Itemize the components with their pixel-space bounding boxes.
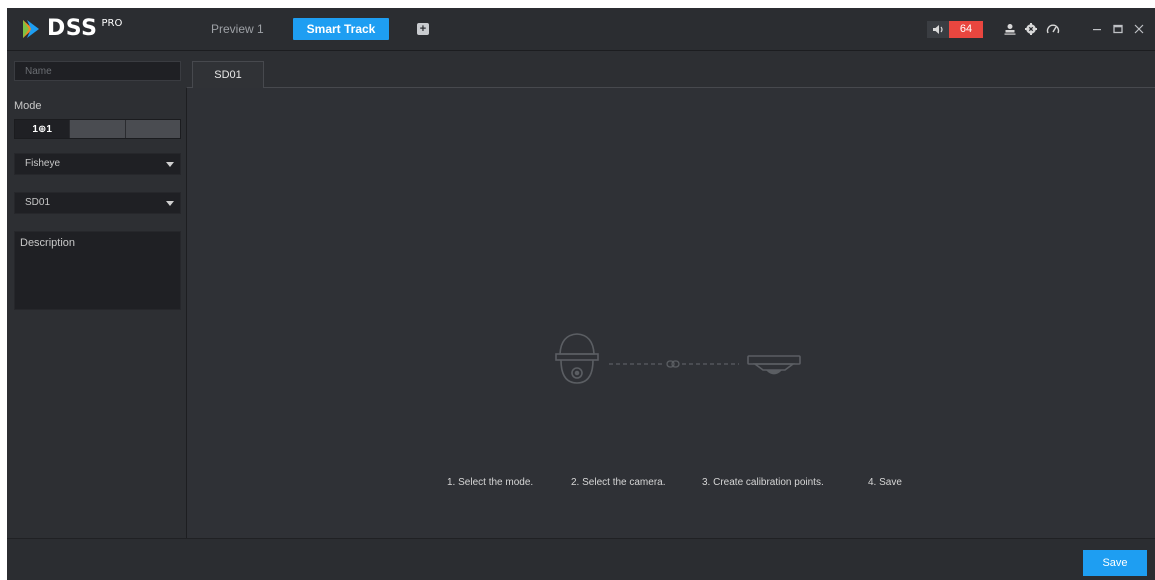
logo-text: DSS [47,16,98,41]
volume-icon[interactable] [927,21,949,38]
step-2: 2. Select the camera. [571,477,666,488]
left-panel: Mode 1⊕1 Fisheye SD01 Description [7,52,186,538]
gear-icon[interactable] [1023,21,1039,37]
fisheye-camera-icon [747,355,801,375]
add-tab-button[interactable]: + [417,23,429,35]
save-button[interactable]: Save [1083,550,1147,576]
main-area: SD01 1. Select the mode. 2. Select the c… [186,52,1155,538]
alarm-count-badge[interactable]: 64 [949,21,983,38]
mode-option-3[interactable] [125,120,180,138]
step-1: 1. Select the mode. [447,477,534,488]
close-icon[interactable] [1131,21,1147,37]
mode-label: Mode [14,100,42,112]
calibration-illustration [555,333,801,384]
camera-type-select-value: Fisheye [25,158,61,169]
description-placeholder: Description [20,237,76,249]
calibration-workspace: 1. Select the mode. 2. Select the camera… [186,87,1155,538]
mode-option-1-1[interactable]: 1⊕1 [15,120,71,138]
app-window: DSS PRO Preview 1 Smart Track + 64 Name … [7,8,1155,580]
name-input[interactable] [14,61,181,81]
logo-superscript: PRO [101,18,123,29]
chevron-down-icon [166,162,174,167]
dss-logo-icon [23,20,39,38]
chevron-down-icon [166,201,174,206]
user-icon[interactable] [1002,21,1018,37]
step-4: 4. Save [868,477,902,488]
tab-smart-track[interactable]: Smart Track [293,18,389,40]
camera-select[interactable]: SD01 [14,192,181,214]
description-field[interactable]: Description [14,231,181,310]
speedometer-icon[interactable] [1045,21,1061,37]
maximize-icon[interactable] [1110,21,1126,37]
camera-type-select[interactable]: Fisheye [14,153,181,175]
title-bar: DSS PRO Preview 1 Smart Track + 64 [7,8,1155,51]
link-icon [609,360,739,368]
mode-option-2[interactable] [70,120,126,138]
calibration-steps: 1. Select the mode. 2. Select the camera… [187,477,1155,491]
tab-sd01[interactable]: SD01 [192,61,264,88]
minimize-icon[interactable] [1089,21,1105,37]
plus-square-icon: + [419,23,427,35]
tab-preview-1[interactable]: Preview 1 [200,18,275,40]
mode-selector: 1⊕1 [14,119,181,139]
speed-dome-camera-icon [555,333,599,384]
step-3: 3. Create calibration points. [702,477,824,488]
camera-select-value: SD01 [25,197,51,208]
footer-bar: Save [7,538,1155,580]
app-logo: DSS PRO [21,16,122,42]
volume-glyph [932,25,943,34]
